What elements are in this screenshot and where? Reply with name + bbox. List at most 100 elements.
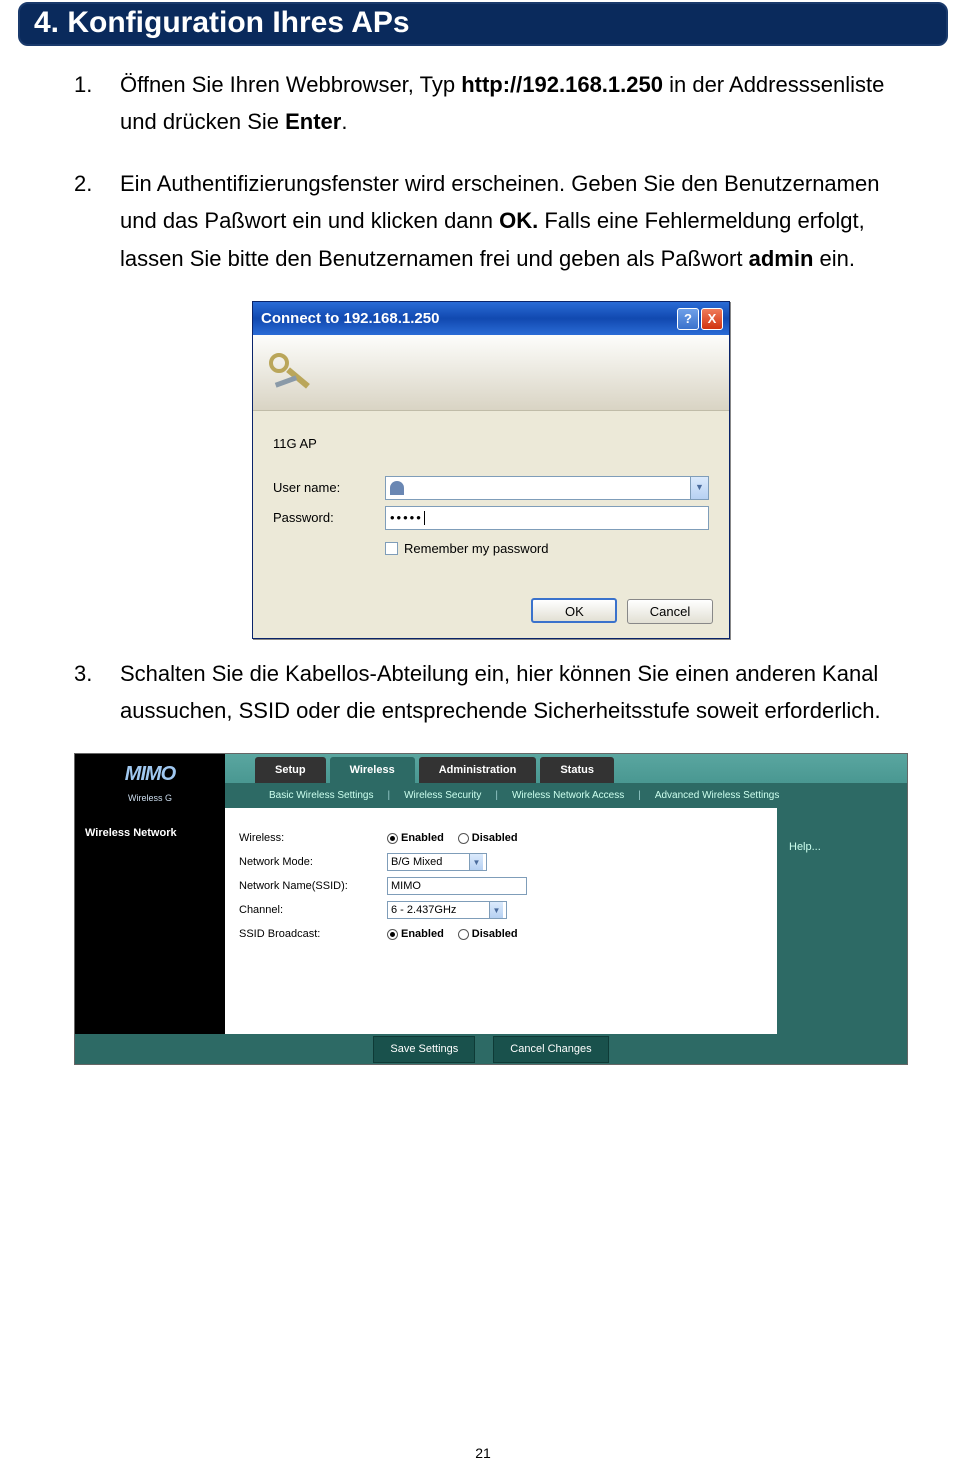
step-3: 3. Schalten Sie die Kabellos-Abteilung e… xyxy=(74,655,908,730)
router-header-right: Setup Wireless Administration Status Bas… xyxy=(225,754,907,808)
dialog-footer: OK Cancel xyxy=(253,570,729,638)
router-admin: MIMO Wireless G Setup Wireless Administr… xyxy=(74,753,908,1065)
ssid-input[interactable]: MIMO xyxy=(387,877,527,895)
chevron-down-icon: ▼ xyxy=(695,480,704,495)
section-header: 4. Konfiguration Ihres APs xyxy=(18,2,948,46)
radio-label: Disabled xyxy=(472,829,518,848)
text-fragment: ein. xyxy=(813,246,855,271)
dialog-body: 11G AP User name: ▼ Password: ••••• xyxy=(253,411,729,569)
step-text: Schalten Sie die Kabellos-Abteilung ein,… xyxy=(120,655,908,730)
router-main: Wireless: Enabled Disabled Network Mode:… xyxy=(225,808,777,1034)
dialog-titlebar: Connect to 192.168.1.250 ? X xyxy=(253,302,729,336)
logo-subtext: Wireless G xyxy=(128,791,172,806)
input-value: MIMO xyxy=(391,877,421,896)
field-label: Channel: xyxy=(239,901,387,920)
remember-checkbox[interactable] xyxy=(385,542,398,555)
router-body: Wireless Network Wireless: Enabled Disab… xyxy=(75,808,907,1034)
tab-status[interactable]: Status xyxy=(540,757,614,784)
step-number: 3. xyxy=(74,655,120,730)
step-2: 2. Ein Authentifizierungsfenster wird er… xyxy=(74,165,908,277)
step-list-continued: 3. Schalten Sie die Kabellos-Abteilung e… xyxy=(74,655,908,730)
tab-label: Administration xyxy=(439,764,517,776)
subnav-label: Wireless Network Access xyxy=(512,790,624,801)
radio-disabled[interactable]: Disabled xyxy=(458,925,518,944)
help-button[interactable]: ? xyxy=(677,308,699,330)
password-input[interactable]: ••••• xyxy=(385,506,709,530)
password-label: Password: xyxy=(273,507,385,529)
chevron-down-icon: ▼ xyxy=(489,902,503,918)
page-number: 21 xyxy=(0,1445,966,1461)
step-list: 1. Öffnen Sie Ihren Webbrowser, Typ http… xyxy=(74,66,908,277)
auth-dialog: Connect to 192.168.1.250 ? X 11G AP User… xyxy=(252,301,730,639)
radio-disabled[interactable]: Disabled xyxy=(458,829,518,848)
radio-dot-icon xyxy=(387,833,398,844)
radio-enabled[interactable]: Enabled xyxy=(387,829,444,848)
subnav-basic[interactable]: Basic Wireless Settings xyxy=(255,787,387,804)
row-mode: Network Mode: B/G Mixed ▼ xyxy=(239,850,763,874)
field-label: Network Mode: xyxy=(239,853,387,872)
subnav-access[interactable]: Wireless Network Access xyxy=(498,787,638,804)
subnav-label: Advanced Wireless Settings xyxy=(655,790,780,801)
logo-text: MIMO xyxy=(125,757,175,791)
subnav-label: Basic Wireless Settings xyxy=(269,790,373,801)
close-icon: X xyxy=(708,308,717,330)
help-link[interactable]: Help... xyxy=(789,841,821,853)
realm-row: 11G AP xyxy=(273,433,709,455)
router-footer: Save Settings Cancel Changes xyxy=(75,1034,907,1064)
help-icon: ? xyxy=(684,308,692,330)
step-text: Ein Authentifizierungsfenster wird ersch… xyxy=(120,165,908,277)
subnav-security[interactable]: Wireless Security xyxy=(390,787,495,804)
button-label: OK xyxy=(565,604,584,619)
button-label: Save Settings xyxy=(390,1043,458,1055)
username-input[interactable]: ▼ xyxy=(385,476,709,500)
help-panel: Help... xyxy=(777,808,907,1034)
close-button[interactable]: X xyxy=(701,308,723,330)
step-number: 2. xyxy=(74,165,120,277)
dialog-title: Connect to 192.168.1.250 xyxy=(259,306,439,332)
tab-label: Setup xyxy=(275,764,306,776)
keys-icon xyxy=(267,351,311,395)
ok-button[interactable]: OK xyxy=(531,598,617,623)
user-icon xyxy=(390,481,404,495)
subnav-advanced[interactable]: Advanced Wireless Settings xyxy=(641,787,794,804)
row-wireless: Wireless: Enabled Disabled xyxy=(239,826,763,850)
cancel-button[interactable]: Cancel xyxy=(627,599,713,624)
page-content: 1. Öffnen Sie Ihren Webbrowser, Typ http… xyxy=(18,46,948,1065)
field-label: SSID Broadcast: xyxy=(239,925,387,944)
password-value: ••••• xyxy=(390,507,423,529)
text-fragment: Öffnen Sie Ihren Webbrowser, Typ xyxy=(120,72,461,97)
select-value: 6 - 2.437GHz xyxy=(391,901,489,920)
remember-label: Remember my password xyxy=(404,538,549,560)
sub-nav: Basic Wireless Settings | Wireless Secur… xyxy=(225,783,907,808)
button-label: Cancel xyxy=(650,604,690,619)
router-logo: MIMO Wireless G xyxy=(75,754,225,808)
field-label: Network Name(SSID): xyxy=(239,877,387,896)
help-label: Help... xyxy=(789,841,821,853)
mode-select[interactable]: B/G Mixed ▼ xyxy=(387,853,487,871)
save-button[interactable]: Save Settings xyxy=(373,1036,475,1063)
tab-administration[interactable]: Administration xyxy=(419,757,537,784)
username-label: User name: xyxy=(273,477,385,499)
radio-label: Disabled xyxy=(472,925,518,944)
text-fragment: . xyxy=(341,109,347,134)
admin-text: admin xyxy=(749,246,814,271)
dialog-banner xyxy=(253,335,729,411)
section-title: 4. Konfiguration Ihres APs xyxy=(34,6,410,39)
radio-dot-icon xyxy=(387,929,398,940)
tab-setup[interactable]: Setup xyxy=(255,757,326,784)
channel-select[interactable]: 6 - 2.437GHz ▼ xyxy=(387,901,507,919)
tab-wireless[interactable]: Wireless xyxy=(330,757,415,784)
dropdown-button[interactable]: ▼ xyxy=(690,477,708,499)
step-text: Öffnen Sie Ihren Webbrowser, Typ http://… xyxy=(120,66,908,141)
cancel-changes-button[interactable]: Cancel Changes xyxy=(493,1036,608,1063)
sidebar-title: Wireless Network xyxy=(85,827,177,839)
realm-text: 11G AP xyxy=(273,433,317,455)
select-value: B/G Mixed xyxy=(391,853,469,872)
radio-enabled[interactable]: Enabled xyxy=(387,925,444,944)
row-ssid: Network Name(SSID): MIMO xyxy=(239,874,763,898)
row-broadcast: SSID Broadcast: Enabled Disabled xyxy=(239,922,763,946)
auth-dialog-image: Connect to 192.168.1.250 ? X 11G AP User… xyxy=(74,301,908,639)
url-text: http://192.168.1.250 xyxy=(461,72,663,97)
radio-label: Enabled xyxy=(401,829,444,848)
step-1: 1. Öffnen Sie Ihren Webbrowser, Typ http… xyxy=(74,66,908,141)
